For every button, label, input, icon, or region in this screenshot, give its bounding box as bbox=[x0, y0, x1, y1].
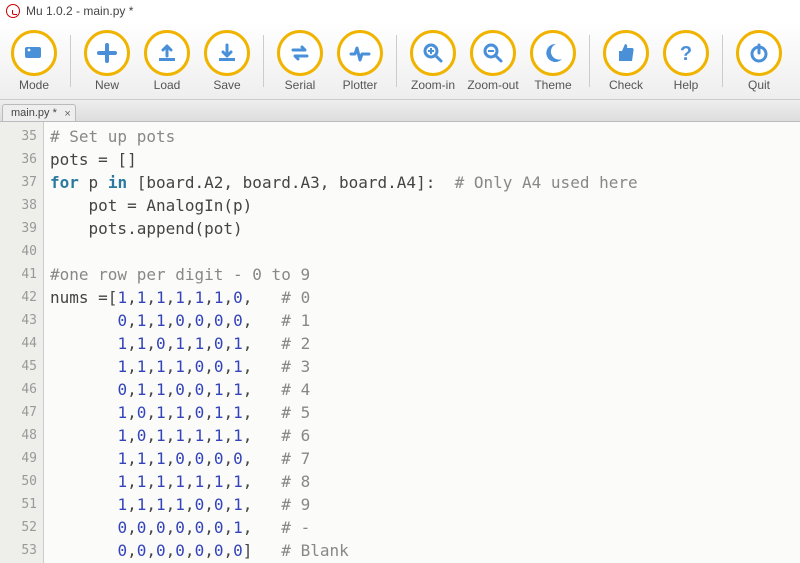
theme-label: Theme bbox=[534, 78, 571, 92]
toolbar-separator bbox=[70, 35, 71, 87]
toolbar-separator bbox=[589, 35, 590, 87]
tab-bar: main.py * × bbox=[0, 100, 800, 122]
zoom-out-icon bbox=[470, 30, 516, 76]
tab-close-icon[interactable]: × bbox=[64, 108, 70, 120]
plus-icon bbox=[84, 30, 130, 76]
titlebar: Mu 1.0.2 - main.py * bbox=[0, 0, 800, 22]
svg-text:?: ? bbox=[680, 43, 692, 65]
line-gutter: 35363738394041424344454647484950515253 bbox=[0, 122, 44, 563]
code-area[interactable]: # Set up potspots = []for p in [board.A2… bbox=[44, 122, 638, 563]
app-logo-icon bbox=[6, 4, 20, 18]
thumbs-up-icon bbox=[603, 30, 649, 76]
zoom-in-icon bbox=[410, 30, 456, 76]
save-button[interactable]: Save bbox=[197, 25, 257, 97]
serial-button[interactable]: Serial bbox=[270, 25, 330, 97]
file-tab[interactable]: main.py * × bbox=[2, 104, 76, 121]
moon-icon bbox=[530, 30, 576, 76]
check-label: Check bbox=[609, 78, 643, 92]
serial-label: Serial bbox=[285, 78, 316, 92]
zoom-in-button[interactable]: Zoom-in bbox=[403, 25, 463, 97]
code-editor[interactable]: 35363738394041424344454647484950515253 #… bbox=[0, 122, 800, 563]
help-icon: ? bbox=[663, 30, 709, 76]
zoom-out-label: Zoom-out bbox=[467, 78, 518, 92]
load-label: Load bbox=[154, 78, 181, 92]
save-label: Save bbox=[213, 78, 240, 92]
toolbar: Mode New Load Save Serial Plotter bbox=[0, 22, 800, 100]
help-label: Help bbox=[674, 78, 699, 92]
toolbar-separator bbox=[396, 35, 397, 87]
help-button[interactable]: ? Help bbox=[656, 25, 716, 97]
download-icon bbox=[204, 30, 250, 76]
zoom-in-label: Zoom-in bbox=[411, 78, 455, 92]
check-button[interactable]: Check bbox=[596, 25, 656, 97]
load-button[interactable]: Load bbox=[137, 25, 197, 97]
plotter-button[interactable]: Plotter bbox=[330, 25, 390, 97]
mode-button[interactable]: Mode bbox=[4, 25, 64, 97]
zoom-out-button[interactable]: Zoom-out bbox=[463, 25, 523, 97]
quit-label: Quit bbox=[748, 78, 770, 92]
new-button[interactable]: New bbox=[77, 25, 137, 97]
toolbar-separator bbox=[263, 35, 264, 87]
pulse-icon bbox=[337, 30, 383, 76]
quit-button[interactable]: Quit bbox=[729, 25, 789, 97]
new-label: New bbox=[95, 78, 119, 92]
mode-icon bbox=[11, 30, 57, 76]
plotter-label: Plotter bbox=[343, 78, 378, 92]
power-icon bbox=[736, 30, 782, 76]
upload-icon bbox=[144, 30, 190, 76]
window-title: Mu 1.0.2 - main.py * bbox=[26, 4, 133, 18]
tab-label: main.py * bbox=[11, 107, 57, 119]
mode-label: Mode bbox=[19, 78, 49, 92]
arrows-icon bbox=[277, 30, 323, 76]
toolbar-separator bbox=[722, 35, 723, 87]
theme-button[interactable]: Theme bbox=[523, 25, 583, 97]
